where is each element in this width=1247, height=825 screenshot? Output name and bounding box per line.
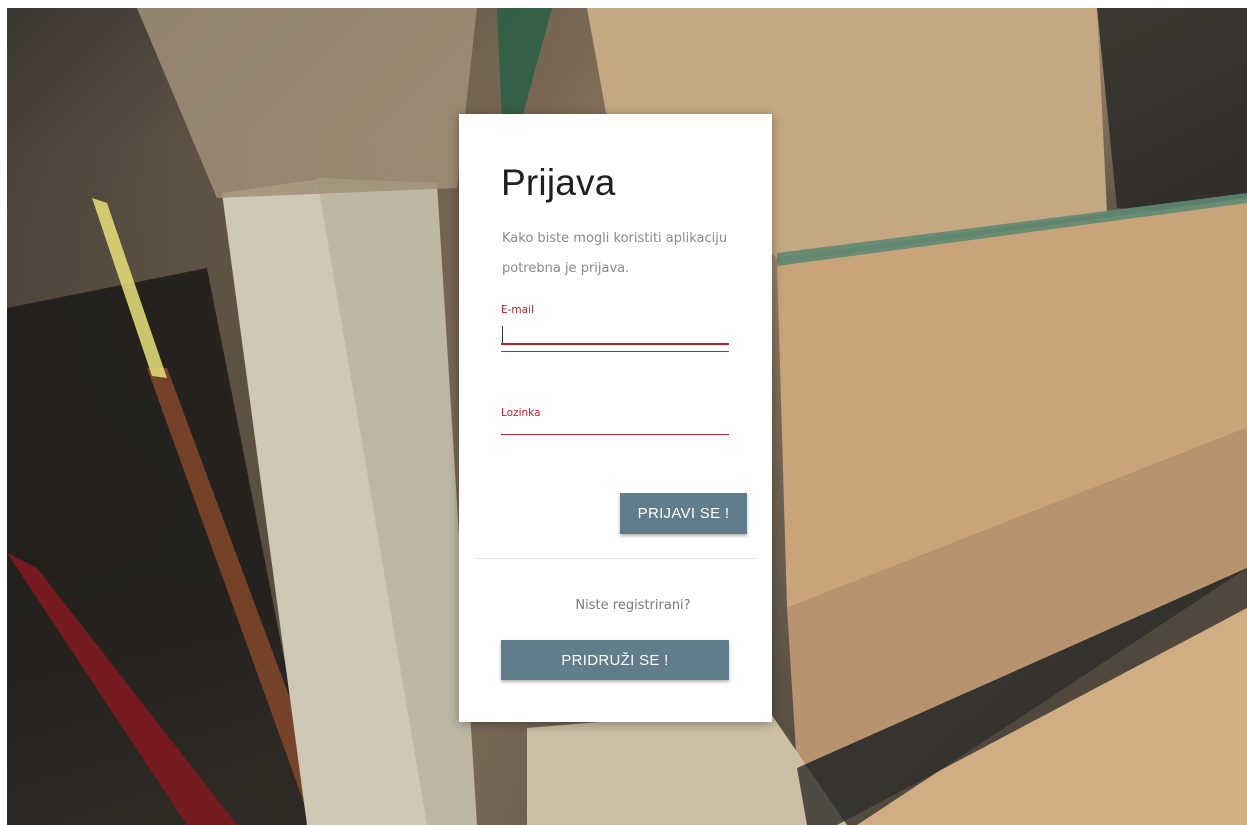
join-button[interactable]: PRIDRUŽI SE ! [501, 640, 729, 680]
password-field[interactable] [501, 412, 729, 434]
login-button[interactable]: PRIJAVI SE ! [620, 493, 747, 534]
page-title: Prijava [501, 162, 616, 203]
login-card: Prijava Kako biste mogli koristiti aplik… [459, 114, 772, 722]
email-underline [501, 343, 729, 345]
login-subtitle: Kako biste mogli koristiti aplikaciju po… [502, 231, 728, 276]
email-label: E-mail [501, 304, 534, 316]
register-question: Niste registrirani? [575, 598, 691, 613]
password-underline [501, 434, 729, 435]
divider [475, 558, 756, 559]
text-caret [502, 326, 503, 343]
email-underline-focus [501, 351, 729, 352]
